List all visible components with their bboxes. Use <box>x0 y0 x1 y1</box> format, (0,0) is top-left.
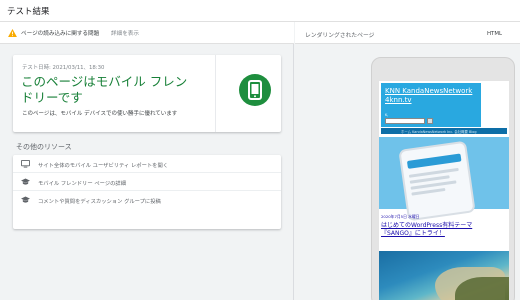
school-cap-icon <box>21 196 30 203</box>
card-divider <box>215 55 216 132</box>
site-nav: ホーム KandaNewsNetwork Inc. 会社概要 Blog <box>381 128 507 134</box>
rendered-screenshot[interactable]: KNN KandaNewsNetwork 4knn.tv K, ホーム Kand… <box>379 81 509 300</box>
resource-label: コメントや質問をディスカッション グループに投稿 <box>38 199 161 205</box>
site-title: KNN KandaNewsNetwork 4knn.tv <box>385 87 473 104</box>
rendered-page-header: レンダリングされたページ HTML <box>295 22 520 44</box>
resource-usability-report[interactable]: サイト全体のモバイル ユーザビリティ レポートを開く <box>13 155 281 173</box>
hero-phone-line <box>411 187 446 196</box>
resource-label: モバイル フレンドリー ページの詳細 <box>38 181 127 187</box>
smartphone-icon <box>248 80 262 100</box>
site-search-input <box>385 118 425 124</box>
hero-phone-illustration <box>398 140 476 222</box>
issues-label: ページの読み込みに関する問題 <box>21 31 100 37</box>
resource-label: サイト全体のモバイル ユーザビリティ レポートを開く <box>38 163 169 169</box>
show-details-link[interactable]: 詳細を表示 <box>111 29 139 37</box>
result-headline: このページはモバイル フレン ドリーです <box>21 74 203 105</box>
site-header: KNN KandaNewsNetwork 4knn.tv K, <box>381 83 481 127</box>
resource-discussion-group[interactable]: コメントや質問をディスカッション グループに投稿 <box>13 191 281 209</box>
result-card: テスト日時: 2021/03/11、18:30 このページはモバイル フレン ド… <box>13 55 281 132</box>
monitor-icon <box>21 160 30 168</box>
site-subtitle: K, <box>385 113 389 117</box>
phone-frame: KNN KandaNewsNetwork 4knn.tv K, ホーム Kand… <box>371 57 515 300</box>
page-loading-issues-bar[interactable]: ページの読み込みに関する問題 詳細を表示 <box>0 22 294 44</box>
top-bar: テスト結果 <box>0 0 520 22</box>
rendered-page-title: レンダリングされたページ <box>305 33 375 39</box>
post-title: はじめてのWordPress有料テーマ『SANGO』にトライ！ <box>381 222 473 237</box>
school-cap-icon <box>21 178 30 185</box>
hero-phone-bar <box>406 153 462 169</box>
site-nav-text: ホーム KandaNewsNetwork Inc. 会社概要 Blog <box>401 130 477 134</box>
result-headline-line2: ドリーです <box>21 89 83 105</box>
tab-html[interactable]: HTML <box>487 31 502 37</box>
hero-image <box>379 137 509 222</box>
result-headline-line1: このページはモバイル フレン <box>21 74 188 89</box>
beach-photo <box>379 251 509 300</box>
resources-list: サイト全体のモバイル ユーザビリティ レポートを開く モバイル フレンドリー ペ… <box>13 155 281 229</box>
post-date: 2020年7月5日 水曜日 <box>381 214 420 219</box>
site-search-button <box>427 118 433 124</box>
result-description: このページは、モバイル デバイスでの使い勝手に優れています <box>22 111 178 117</box>
mobile-friendly-badge <box>239 74 271 106</box>
resource-mobile-friendly-details[interactable]: モバイル フレンドリー ページの詳細 <box>13 173 281 191</box>
resources-heading: その他のリソース <box>16 143 72 151</box>
test-date: テスト日時: 2021/03/11、18:30 <box>22 65 105 71</box>
page-title: テスト結果 <box>7 7 50 17</box>
warning-icon <box>8 29 17 37</box>
rendered-page-panel: レンダリングされたページ HTML KNN KandaNewsNetwork 4… <box>295 22 520 300</box>
results-panel: ページの読み込みに関する問題 詳細を表示 テスト日時: 2021/03/11、1… <box>0 22 294 300</box>
